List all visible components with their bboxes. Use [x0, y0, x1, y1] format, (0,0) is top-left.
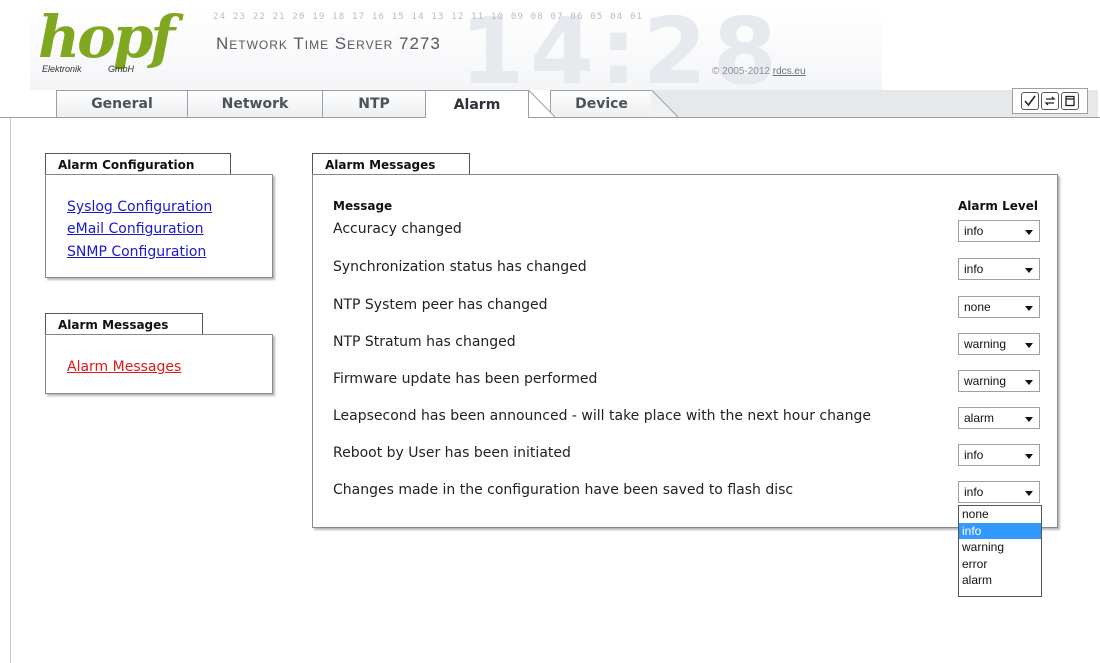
tab-general[interactable]: General	[56, 90, 188, 117]
snmp-configuration-link[interactable]: SNMP Configuration	[67, 244, 206, 260]
alarm-configuration-title: Alarm Configuration	[45, 153, 231, 175]
chevron-down-icon	[1025, 306, 1033, 311]
tab-alarm-slant	[528, 90, 556, 117]
logo-sub-left: Elektronik	[42, 64, 82, 74]
hopf-logo: hopf Elektronik GmbH	[38, 3, 188, 78]
alarm-level-select[interactable]: info	[958, 481, 1040, 503]
message-row-label: Firmware update has been performed	[333, 371, 598, 387]
save-icon[interactable]	[1061, 92, 1079, 110]
dropdown-option-alarm[interactable]: alarm	[959, 572, 1041, 589]
alarm-level-value: warning	[964, 374, 1007, 388]
alarm-level-select[interactable]: warning	[958, 370, 1040, 392]
logo-sub-right: GmbH	[108, 64, 135, 74]
logo-text: hopf	[38, 3, 175, 71]
alarm-level-select[interactable]: info	[958, 220, 1040, 242]
dropdown-option-error[interactable]: error	[959, 556, 1041, 573]
alarm-level-value: info	[964, 262, 984, 276]
chevron-down-icon	[1025, 491, 1033, 496]
check-icon[interactable]	[1021, 92, 1039, 110]
email-configuration-link[interactable]: eMail Configuration	[67, 221, 203, 237]
tab-alarm[interactable]: Alarm	[425, 90, 529, 118]
alarm-level-select[interactable]: info	[958, 444, 1040, 466]
message-row-label: NTP Stratum has changed	[333, 334, 516, 350]
alarm-level-value: alarm	[964, 411, 995, 425]
dropdown-option-info[interactable]: info	[959, 522, 1041, 540]
tab-network[interactable]: Network	[187, 90, 323, 117]
alarm-level-value: info	[964, 485, 984, 499]
alarm-level-select[interactable]: alarm	[958, 407, 1040, 429]
copyright-link[interactable]: rdcs.eu	[773, 66, 806, 77]
content-left-border	[10, 118, 11, 663]
chevron-down-icon	[1025, 380, 1033, 385]
alarm-level-value: info	[964, 224, 984, 238]
alarm-messages-link[interactable]: Alarm Messages	[67, 359, 181, 375]
alarm-level-value: info	[964, 448, 984, 462]
chevron-down-icon	[1025, 343, 1033, 348]
header: 14:28 hopf Elektronik GmbH 24 23 22 21 2…	[0, 0, 1100, 105]
copyright: © 2005-2012 rdcs.eu	[712, 66, 806, 77]
column-alarm-level-header: Alarm Level	[958, 199, 1038, 213]
alarm-level-value: none	[964, 300, 991, 314]
alarm-messages-title: Alarm Messages	[45, 313, 203, 335]
timeline-ruler: 24 23 22 21 20 19 18 17 16 15 14 13 12 1…	[213, 12, 644, 22]
alarm-level-value: warning	[964, 337, 1007, 351]
tab-ntp[interactable]: NTP	[322, 90, 426, 117]
dropdown-option-warning[interactable]: warning	[959, 539, 1041, 556]
alarm-level-select[interactable]: none	[958, 296, 1040, 318]
alarm-level-select[interactable]: warning	[958, 333, 1040, 355]
message-row-label: Leapsecond has been announced - will tak…	[333, 408, 871, 424]
message-row-label: Synchronization status has changed	[333, 259, 587, 275]
copyright-text: © 2005-2012	[712, 66, 773, 77]
product-title: Network Time Server 7273	[216, 34, 441, 53]
message-row-label: Reboot by User has been initiated	[333, 445, 571, 461]
refresh-icon[interactable]	[1041, 92, 1059, 110]
dropdown-option-none[interactable]: none	[959, 506, 1041, 523]
alarm-level-select[interactable]: info	[958, 258, 1040, 280]
toolbar-icons	[1012, 88, 1088, 114]
chevron-down-icon	[1025, 230, 1033, 235]
tab-device[interactable]: Device	[550, 90, 652, 117]
message-row-label: NTP System peer has changed	[333, 297, 548, 313]
alarm-messages-panel-title: Alarm Messages	[312, 153, 470, 175]
message-row-label: Accuracy changed	[333, 221, 462, 237]
tab-device-slant	[651, 90, 679, 117]
chevron-down-icon	[1025, 268, 1033, 273]
chevron-down-icon	[1025, 417, 1033, 422]
message-row-label: Changes made in the configuration have b…	[333, 482, 794, 498]
syslog-configuration-link[interactable]: Syslog Configuration	[67, 199, 212, 215]
alarm-level-dropdown-list: none info warning error alarm	[958, 505, 1042, 597]
column-message-header: Message	[333, 199, 393, 213]
chevron-down-icon	[1025, 454, 1033, 459]
